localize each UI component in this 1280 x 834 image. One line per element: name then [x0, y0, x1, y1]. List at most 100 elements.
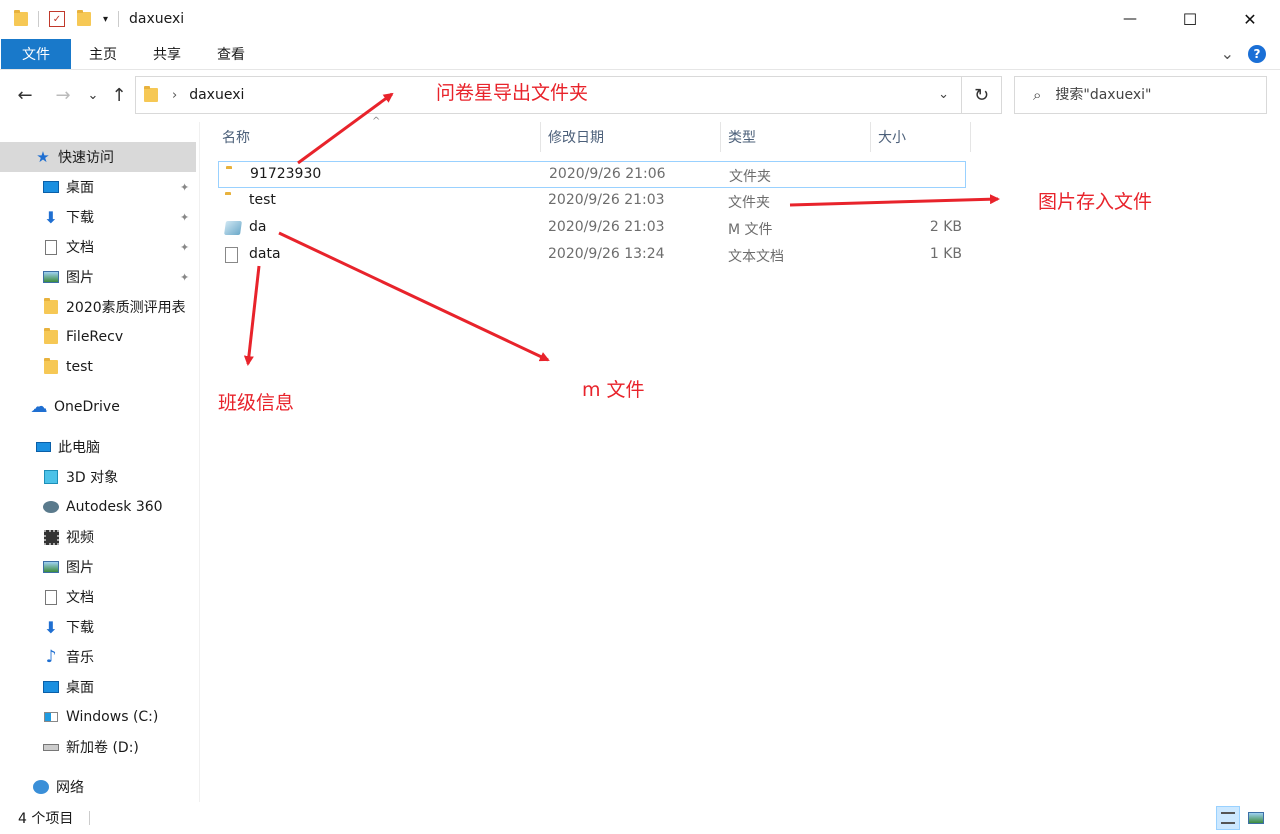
minimize-button[interactable]: —	[1100, 0, 1160, 38]
sidebar-item-onedrive[interactable]: ☁ OneDrive	[0, 392, 196, 422]
file-row[interactable]: data 2020/9/26 13:24 文本文档 1 KB	[218, 242, 966, 269]
sidebar-item-test[interactable]: test	[0, 352, 196, 382]
music-icon: ♪	[45, 647, 57, 667]
file-row[interactable]: test 2020/9/26 21:03 文件夹	[218, 188, 966, 215]
sidebar-item-label: 3D 对象	[66, 470, 119, 486]
pin-icon[interactable]: ✦	[180, 211, 189, 224]
sidebar-item-label: 快速访问	[58, 150, 114, 166]
help-icon[interactable]: ?	[1248, 44, 1266, 63]
sidebar-item-label: 下载	[66, 210, 94, 226]
search-box[interactable]: ⌕	[1014, 76, 1267, 114]
sidebar-item-filerecv[interactable]: FileRecv	[0, 322, 196, 352]
sidebar-item-documents-pc[interactable]: 文档	[0, 582, 196, 612]
recent-locations-button[interactable]: ⌄	[82, 84, 104, 106]
sidebar-item-label: 新加卷 (D:)	[66, 740, 139, 756]
sidebar-item-label: Windows (C:)	[66, 709, 159, 725]
file-name: test	[249, 192, 276, 208]
new-folder-icon[interactable]	[77, 10, 91, 26]
up-button[interactable]: ↑	[108, 84, 130, 106]
window-title: daxuexi	[129, 11, 185, 27]
sidebar-item-2020-folder[interactable]: 2020素质测评用表	[0, 292, 196, 322]
tab-share[interactable]: 共享	[135, 39, 199, 69]
maximize-icon: ☐	[1182, 9, 1198, 29]
tab-file[interactable]: 文件	[1, 39, 71, 69]
close-button[interactable]: ✕	[1220, 0, 1280, 38]
sidebar-item-documents[interactable]: 文档 ✦	[0, 232, 196, 262]
breadcrumb-separator-icon[interactable]: ›	[172, 88, 177, 103]
file-row[interactable]: da 2020/9/26 21:03 M 文件 2 KB	[218, 215, 966, 242]
file-size: 1 KB	[929, 246, 962, 262]
large-icons-view-button[interactable]	[1244, 806, 1268, 830]
title-bar: ✓ ▾ daxuexi — ☐ ✕	[0, 0, 1280, 38]
file-date: 2020/9/26 21:03	[548, 219, 665, 235]
properties-icon[interactable]: ✓	[49, 11, 65, 27]
column-divider[interactable]	[720, 122, 721, 152]
navigation-bar: ← → ⌄ ↑ › daxuexi ⌄ ↻ ⌕	[0, 70, 1280, 122]
file-row[interactable]: 91723930 2020/9/26 21:06 文件夹	[218, 161, 966, 188]
breadcrumb-daxuexi[interactable]: daxuexi	[189, 87, 244, 103]
folder-icon	[42, 358, 60, 376]
sidebar-item-label: 下载	[66, 620, 94, 636]
column-divider[interactable]	[870, 122, 871, 152]
sidebar-item-drive-c[interactable]: Windows (C:)	[0, 702, 196, 732]
column-header-size[interactable]: 大小	[878, 122, 906, 152]
sidebar-item-drive-d[interactable]: 新加卷 (D:)	[0, 732, 196, 762]
folder-icon	[14, 10, 28, 26]
column-divider[interactable]	[970, 122, 971, 152]
quick-access-toolbar: ✓ ▾	[0, 10, 123, 27]
sidebar-item-downloads-pc[interactable]: ⬇ 下载	[0, 612, 196, 642]
document-icon	[42, 238, 60, 256]
pin-icon[interactable]: ✦	[180, 271, 189, 284]
file-type: 文件夹	[728, 195, 770, 211]
refresh-icon: ↻	[973, 84, 990, 106]
pin-icon[interactable]: ✦	[180, 181, 189, 194]
column-header-name[interactable]: 名称	[222, 122, 250, 152]
sidebar-item-downloads[interactable]: ⬇ 下载 ✦	[0, 202, 196, 232]
tab-view[interactable]: 查看	[199, 39, 263, 69]
expand-ribbon-icon[interactable]: ⌄	[1221, 44, 1234, 63]
sidebar-item-label: 文档	[66, 240, 94, 256]
sidebar-item-quick-access[interactable]: ★ 快速访问	[0, 142, 196, 172]
cube-icon	[42, 468, 60, 486]
pin-icon[interactable]: ✦	[180, 241, 189, 254]
window-controls: — ☐ ✕	[1100, 0, 1280, 38]
details-view-icon	[1221, 812, 1235, 824]
sidebar-item-label: 图片	[66, 560, 94, 576]
sidebar-item-label: 视频	[66, 530, 94, 546]
pictures-icon	[42, 558, 60, 576]
sidebar-item-3d-objects[interactable]: 3D 对象	[0, 462, 196, 492]
sidebar-item-music[interactable]: ♪ 音乐	[0, 642, 196, 672]
column-divider[interactable]	[540, 122, 541, 152]
maximize-button[interactable]: ☐	[1160, 0, 1220, 38]
m-file-icon	[224, 221, 242, 239]
column-header-date[interactable]: 修改日期	[548, 122, 604, 152]
sidebar-item-pictures[interactable]: 图片 ✦	[0, 262, 196, 292]
folder-icon	[42, 328, 60, 346]
refresh-button[interactable]: ↻	[962, 76, 1002, 114]
sidebar-item-label: 桌面	[66, 680, 94, 696]
customize-toolbar-icon[interactable]: ▾	[103, 14, 108, 25]
navigation-pane: ★ 快速访问 桌面 ✦ ⬇ 下载 ✦ 文档 ✦ 图片 ✦ 2020素质测评用表 …	[0, 122, 200, 802]
sidebar-item-this-pc[interactable]: 此电脑	[0, 432, 196, 462]
text-file-icon	[225, 247, 238, 267]
sidebar-item-desktop[interactable]: 桌面 ✦	[0, 172, 196, 202]
column-header-type[interactable]: 类型	[728, 122, 756, 152]
search-input[interactable]	[1055, 87, 1236, 103]
status-bar: 4 个项目	[0, 802, 1280, 834]
sidebar-item-desktop-pc[interactable]: 桌面	[0, 672, 196, 702]
back-button[interactable]: ←	[14, 84, 36, 106]
sidebar-item-network[interactable]: 网络	[0, 772, 196, 802]
address-dropdown-icon[interactable]: ⌄	[938, 87, 949, 102]
folder-icon	[144, 86, 158, 102]
sidebar-item-autodesk-360[interactable]: Autodesk 360	[0, 492, 196, 522]
download-icon: ⬇	[44, 617, 58, 637]
tab-home[interactable]: 主页	[71, 39, 135, 69]
file-type: 文件夹	[729, 169, 771, 185]
file-type: 文本文档	[728, 249, 784, 265]
sidebar-item-pictures-pc[interactable]: 图片	[0, 552, 196, 582]
sidebar-item-videos[interactable]: 视频	[0, 522, 196, 552]
details-view-button[interactable]	[1216, 806, 1240, 830]
forward-button[interactable]: →	[52, 84, 74, 106]
file-date: 2020/9/26 21:06	[549, 166, 666, 182]
sidebar-item-label: test	[66, 359, 93, 375]
